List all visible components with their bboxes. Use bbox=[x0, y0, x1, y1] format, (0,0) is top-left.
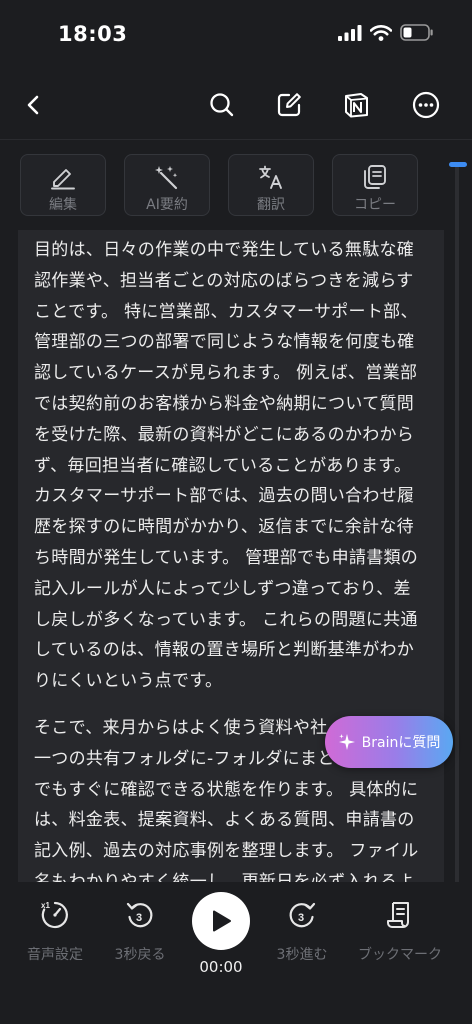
status-time: 18:03 bbox=[58, 22, 128, 46]
play-icon bbox=[213, 910, 231, 932]
ai-summary-button-label: AI要約 bbox=[146, 197, 188, 213]
sparkle-icon bbox=[338, 734, 355, 750]
text-line: し戻しが多くなっています。 これらの問題に共通 bbox=[34, 609, 418, 630]
copy-icon bbox=[364, 165, 386, 189]
copy-button[interactable]: コピー bbox=[332, 154, 418, 216]
wifi-icon bbox=[370, 24, 392, 41]
nav-bar bbox=[0, 70, 472, 140]
signal-icon bbox=[338, 24, 362, 41]
status-bar: 18:03 bbox=[0, 0, 472, 70]
text-line: を受けた際、最新の資料がどこにあるのかわから bbox=[34, 424, 415, 445]
scrollbar-thumb[interactable] bbox=[449, 162, 467, 167]
pencil-icon bbox=[51, 169, 75, 190]
play-button[interactable] bbox=[192, 892, 250, 950]
magic-wand-icon bbox=[155, 166, 178, 190]
translate-icon bbox=[259, 165, 282, 189]
edit-note-button[interactable] bbox=[272, 88, 306, 122]
status-icons bbox=[338, 24, 434, 41]
edit-square-icon bbox=[277, 93, 301, 117]
text-line: でもすぐに確認できる状態を作ります。 具体的に bbox=[34, 779, 419, 800]
text-line: 記入例、過去の対応事例を整理します。 ファイル bbox=[34, 841, 419, 862]
copy-button-label: コピー bbox=[354, 197, 396, 213]
bookmark-label: ブックマーク bbox=[358, 947, 442, 963]
edit-button-label: 編集 bbox=[49, 197, 77, 213]
text-line: 記入ルールが人によって少しずつ違っており、差 bbox=[34, 578, 411, 599]
text-line: りにくいという点です。 bbox=[34, 671, 223, 692]
text-line: は、料金表、提案資料、よくある質問、申請書の bbox=[34, 810, 415, 831]
rewind-3-label: 3秒戻る bbox=[114, 947, 166, 963]
more-button[interactable] bbox=[409, 88, 443, 122]
bookmark-button[interactable]: ブックマーク bbox=[355, 900, 445, 964]
playback-time: 00:00 bbox=[199, 958, 243, 976]
text-line: 認しているケースが見られます。 例えば、営業部 bbox=[34, 363, 418, 384]
text-line: 管理部の三つの部署で同じような情報を何度も確 bbox=[34, 332, 415, 353]
transcript-text-area[interactable]: 目的は、日々の作業の中で発生している無駄な確 認作業や、担当者ごとの対応のばらつ… bbox=[18, 230, 444, 890]
back-button[interactable] bbox=[17, 88, 51, 122]
text-line: ことです。 特に営業部、カスタマーサポート部、 bbox=[34, 301, 418, 322]
search-icon bbox=[210, 93, 234, 117]
text-line: ず、毎回担当者に確認していることがあります。 bbox=[34, 455, 412, 476]
audio-settings-label: 音声設定 bbox=[27, 947, 83, 963]
rewind-seconds: 3 bbox=[136, 912, 142, 924]
translate-button-label: 翻訳 bbox=[257, 197, 285, 213]
more-horizontal-icon bbox=[412, 91, 440, 119]
forward-seconds: 3 bbox=[298, 912, 304, 924]
ai-summary-button[interactable]: AI要約 bbox=[124, 154, 210, 216]
forward-3-button[interactable]: 3 3秒進む bbox=[257, 900, 347, 964]
forward-3-label: 3秒進む bbox=[276, 947, 328, 963]
translate-button[interactable]: 翻訳 bbox=[228, 154, 314, 216]
speed-badge: x1 bbox=[41, 901, 50, 910]
text-line: 認作業や、担当者ごとの対応のばらつきを減らす bbox=[34, 270, 414, 291]
text-line: 歴を探すのに時間がかかり、返信までに余計な待 bbox=[34, 517, 414, 538]
ask-brain-button[interactable]: Brainに質問 bbox=[325, 716, 453, 768]
text-line: カスタマーサポート部では、過去の問い合わせ履 bbox=[34, 486, 415, 507]
audio-settings-button[interactable]: x1 音声設定 bbox=[10, 900, 100, 964]
text-line: しているのは、情報の置き場所と判断基準がわか bbox=[34, 640, 415, 661]
chevron-left-icon bbox=[27, 95, 39, 115]
search-button[interactable] bbox=[205, 88, 239, 122]
audio-player-bar: x1 音声設定 3 3秒戻る 00:00 3 3秒進む ブックマーク bbox=[0, 882, 472, 1024]
action-toolbar: 編集 AI要約 翻訳 コピー bbox=[20, 154, 418, 216]
rewind-3-icon: 3 bbox=[126, 902, 153, 928]
rewind-3-button[interactable]: 3 3秒戻る bbox=[95, 900, 185, 964]
bookmark-icon bbox=[387, 902, 409, 928]
notion-icon bbox=[345, 93, 368, 118]
ask-brain-label: Brainに質問 bbox=[361, 735, 441, 751]
forward-3-icon: 3 bbox=[289, 902, 316, 928]
transcript-paragraph-1: 目的は、日々の作業の中で発生している無駄な確 認作業や、担当者ごとの対応のばらつ… bbox=[34, 235, 434, 697]
battery-icon bbox=[400, 24, 433, 41]
text-line: ち時間が発生しています。 管理部でも申請書類の bbox=[34, 547, 419, 568]
notion-button[interactable] bbox=[339, 88, 373, 122]
playback-speed-icon: x1 bbox=[41, 901, 68, 929]
edit-button[interactable]: 編集 bbox=[20, 154, 106, 216]
text-line: 目的は、日々の作業の中で発生している無駄な確 bbox=[34, 240, 415, 260]
scrollbar-track[interactable] bbox=[455, 164, 459, 884]
text-line: では契約前のお客様から料金や納期について質問 bbox=[34, 393, 415, 414]
